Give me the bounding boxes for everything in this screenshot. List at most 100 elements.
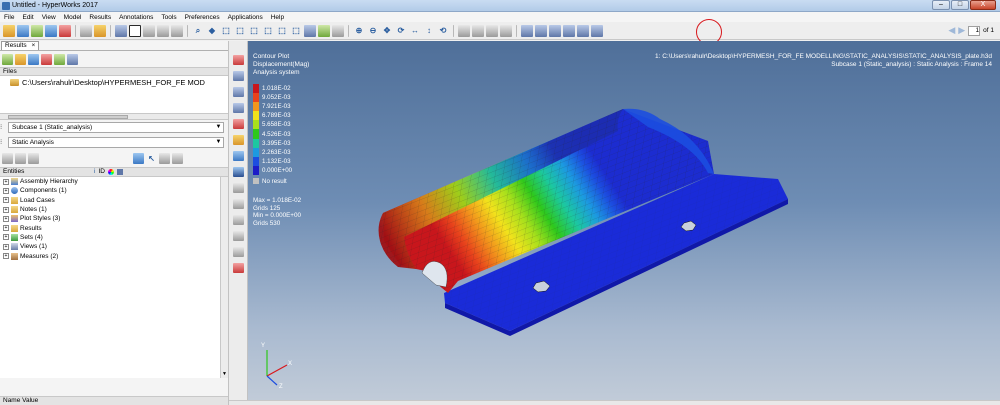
- menu-tools[interactable]: Tools: [161, 14, 176, 21]
- notes-icon[interactable]: [233, 231, 244, 241]
- refresh-icon[interactable]: ⟲: [437, 25, 449, 37]
- show-icon[interactable]: [2, 153, 13, 164]
- import-icon[interactable]: [59, 24, 71, 37]
- vector-icon[interactable]: [233, 103, 244, 113]
- section-cut-icon[interactable]: [233, 199, 244, 209]
- legend-icon[interactable]: [233, 247, 244, 257]
- menu-preferences[interactable]: Preferences: [185, 14, 220, 21]
- browser-open-icon[interactable]: [2, 53, 13, 65]
- shading-icon[interactable]: [304, 24, 316, 37]
- new-page-icon[interactable]: [115, 24, 127, 37]
- color-column-icon[interactable]: [107, 169, 114, 175]
- tree-item-components[interactable]: + Components (1): [0, 186, 228, 195]
- measure-icon[interactable]: [233, 151, 244, 161]
- menu-annotations[interactable]: Annotations: [119, 14, 153, 21]
- zoom-icon[interactable]: ⌕: [192, 25, 204, 37]
- animation-linear-icon[interactable]: [535, 24, 547, 37]
- expand-icon[interactable]: +: [3, 197, 9, 204]
- query-icon[interactable]: [233, 135, 244, 145]
- tab-close-icon[interactable]: ×: [32, 42, 36, 49]
- load-results-icon[interactable]: [31, 24, 43, 37]
- spin-icon[interactable]: ⟳: [395, 25, 407, 37]
- expand-icon[interactable]: +: [3, 253, 9, 260]
- view-back-icon[interactable]: ⬚: [290, 25, 302, 37]
- tree-item-measures[interactable]: + Measures (2): [0, 251, 228, 260]
- menu-results[interactable]: Results: [89, 14, 111, 21]
- expand-icon[interactable]: +: [3, 215, 9, 222]
- color-icon[interactable]: [318, 24, 330, 37]
- eye-show-icon[interactable]: [159, 153, 170, 164]
- menu-edit[interactable]: Edit: [22, 14, 33, 21]
- analysis-select[interactable]: Static Analysis ▼: [8, 137, 224, 148]
- pan-icon[interactable]: ✥: [381, 25, 393, 37]
- display-mode-icon[interactable]: [133, 153, 144, 164]
- mask-icon[interactable]: [233, 183, 244, 193]
- window-icon[interactable]: [94, 24, 106, 37]
- open-model-icon[interactable]: [17, 24, 29, 37]
- menu-help[interactable]: Help: [271, 14, 284, 21]
- save-session-icon[interactable]: [45, 24, 57, 37]
- animation-start-icon[interactable]: [521, 24, 533, 37]
- tree-item-sets[interactable]: + Sets (4): [0, 233, 228, 242]
- expand-icon[interactable]: +: [3, 243, 9, 250]
- page-number-input[interactable]: [968, 25, 981, 36]
- expand-icon[interactable]: +: [3, 206, 9, 213]
- vertical-icon[interactable]: ↕: [423, 25, 435, 37]
- display-options-icon[interactable]: [233, 167, 244, 177]
- scroll-down-icon[interactable]: ▼: [221, 370, 228, 378]
- expand-icon[interactable]: +: [3, 178, 9, 185]
- scroll-thumb[interactable]: [8, 115, 128, 119]
- id-column[interactable]: ID: [98, 168, 105, 176]
- browser-model-icon[interactable]: [28, 53, 39, 65]
- view-iso-icon[interactable]: ⬚: [276, 25, 288, 37]
- close-button[interactable]: X: [970, 0, 996, 10]
- hide-icon[interactable]: [15, 153, 26, 164]
- single-window-icon[interactable]: [129, 24, 141, 37]
- menu-file[interactable]: File: [4, 14, 14, 21]
- expand-icon[interactable]: +: [3, 187, 9, 194]
- fe-model-contour[interactable]: [248, 41, 1000, 400]
- layout-3-icon[interactable]: [157, 24, 169, 37]
- tree-item-load-cases[interactable]: + Load Cases: [0, 196, 228, 205]
- tree-item-views[interactable]: + Views (1): [0, 242, 228, 251]
- explode-icon[interactable]: [233, 263, 244, 273]
- isolate-icon[interactable]: [28, 153, 39, 164]
- animation-transient-icon[interactable]: [563, 24, 575, 37]
- view-top-icon[interactable]: ⬚: [234, 25, 246, 37]
- browser-settings-icon[interactable]: [67, 53, 78, 65]
- contour-icon[interactable]: [233, 55, 244, 65]
- rotate-icon[interactable]: ◆: [206, 25, 218, 37]
- zoom-in-icon[interactable]: ⊕: [353, 25, 365, 37]
- tree-item-plot-styles[interactable]: + Plot Styles (3): [0, 214, 228, 223]
- browser-folder-icon[interactable]: [15, 53, 26, 65]
- capture-icon[interactable]: [500, 24, 512, 37]
- expand-icon[interactable]: +: [3, 234, 9, 241]
- export-icon[interactable]: [486, 24, 498, 37]
- copy-icon[interactable]: [458, 24, 470, 37]
- graphics-viewport[interactable]: Contour Plot Displacement(Mag) Analysis …: [248, 41, 1000, 400]
- menu-applications[interactable]: Applications: [228, 14, 263, 21]
- animation-play-icon[interactable]: [591, 24, 603, 37]
- minimize-button[interactable]: –: [932, 0, 950, 10]
- clip-icon[interactable]: [472, 24, 484, 37]
- pick-icon[interactable]: ↖: [146, 153, 157, 164]
- display-column-icon[interactable]: [116, 169, 123, 175]
- zoom-out-icon[interactable]: ⊖: [367, 25, 379, 37]
- subcase-select[interactable]: Subcase 1 (Static_analysis) ▼: [8, 122, 224, 133]
- animation-modal-icon[interactable]: [549, 24, 561, 37]
- iso-value-icon[interactable]: [233, 71, 244, 81]
- menu-model[interactable]: Model: [64, 14, 82, 21]
- view-side-icon[interactable]: ⬚: [262, 25, 274, 37]
- eye-hide-icon[interactable]: [172, 153, 183, 164]
- expand-icon[interactable]: +: [3, 225, 9, 232]
- tree-item-notes[interactable]: + Notes (1): [0, 205, 228, 214]
- tensor-icon[interactable]: [233, 119, 244, 129]
- layout-2-icon[interactable]: [143, 24, 155, 37]
- page-layout-icon[interactable]: [80, 24, 92, 37]
- layout-4-icon[interactable]: [171, 24, 183, 37]
- deformed-icon[interactable]: [233, 87, 244, 97]
- file-item[interactable]: C:\Users\rahulr\Desktop\HYPERMESH_FOR_FE…: [10, 78, 205, 87]
- browser-result-icon[interactable]: [41, 53, 52, 65]
- next-page-icon[interactable]: ▶: [958, 25, 965, 36]
- animation-controls-icon[interactable]: [577, 24, 589, 37]
